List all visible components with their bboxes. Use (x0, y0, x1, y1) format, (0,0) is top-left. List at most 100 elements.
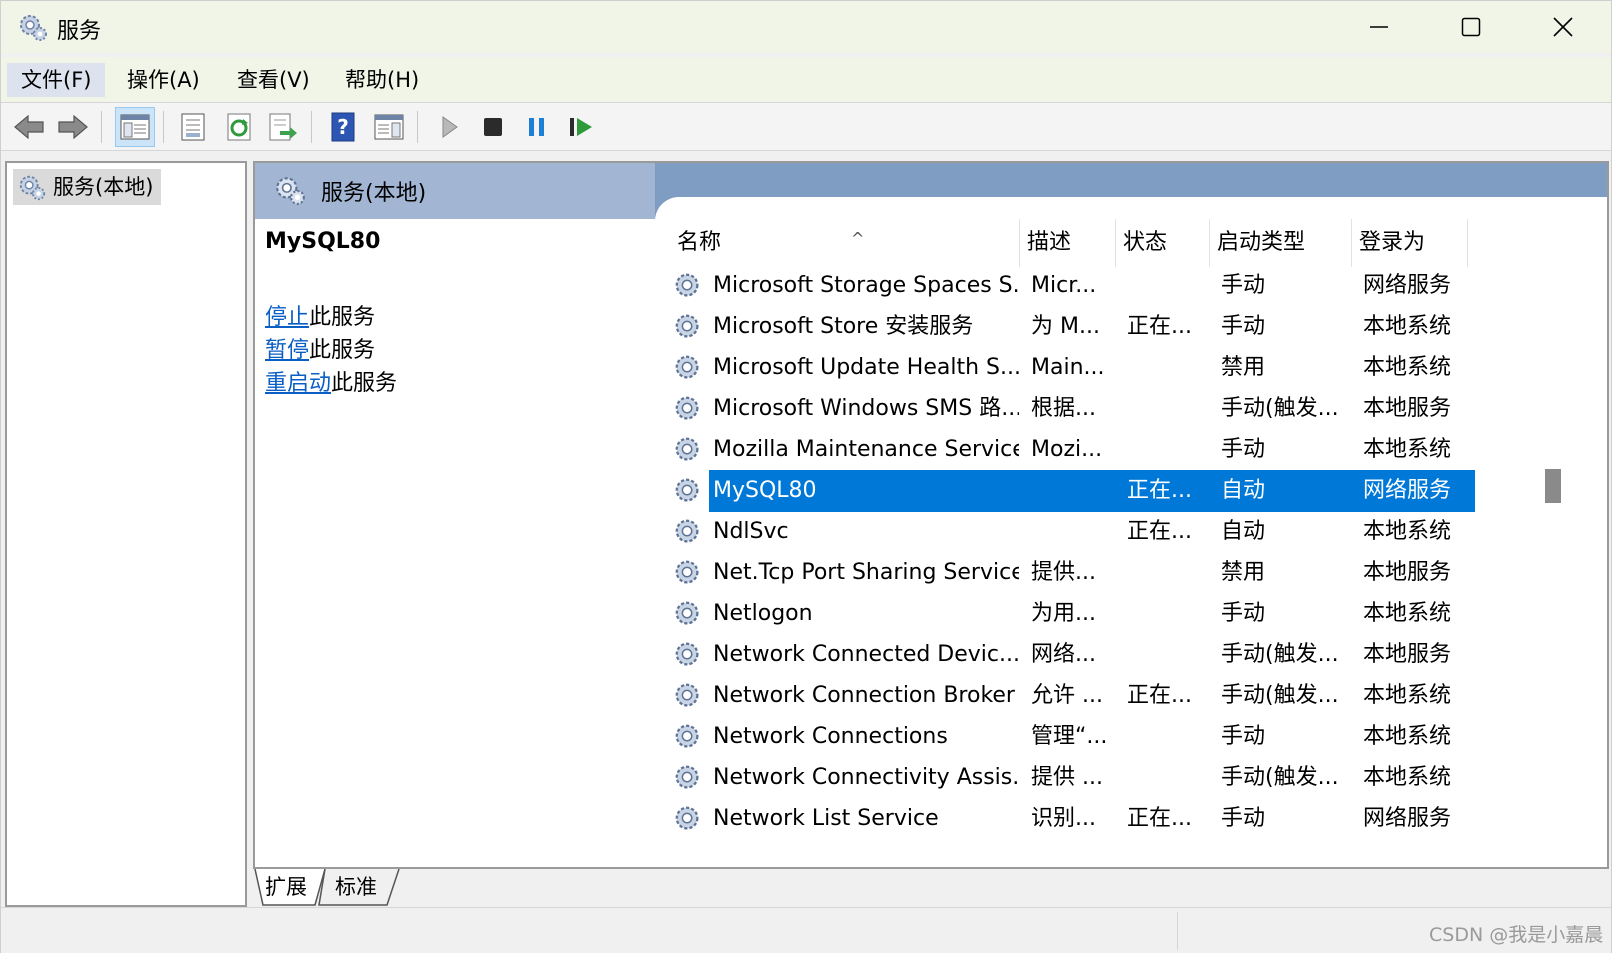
column-header-name[interactable]: 名称 ^ (677, 225, 1017, 261)
back-button[interactable] (9, 107, 49, 147)
service-row[interactable]: Microsoft Store 安装服务 为 M... 正在... 手动 本地系统 (669, 306, 1481, 348)
properties-button[interactable] (173, 107, 213, 147)
service-startup-type: 禁用 (1221, 560, 1266, 585)
service-row[interactable]: NdlSvc 正在... 自动 本地系统 (669, 511, 1481, 553)
resume-service-button[interactable] (561, 107, 601, 147)
service-gear-icon (675, 642, 699, 666)
scrollbar-thumb[interactable] (1545, 469, 1561, 503)
service-logon-as: 本地服务 (1363, 396, 1452, 421)
maximize-button[interactable] (1425, 1, 1517, 53)
service-gear-icon (675, 806, 699, 830)
service-gear-icon (675, 478, 699, 502)
watermark-text: CSDN @我是小嘉晨 (1429, 924, 1604, 946)
service-logon-as: 本地系统 (1363, 437, 1452, 462)
start-service-button[interactable] (429, 107, 469, 147)
column-divider[interactable] (1351, 219, 1352, 267)
stop-service-button[interactable] (473, 107, 513, 147)
stop-service-link[interactable]: 停止 (265, 305, 309, 330)
tab-standard[interactable]: 标准 (325, 869, 387, 907)
service-gear-icon (675, 724, 699, 748)
export-list-icon (269, 113, 297, 141)
close-button[interactable] (1517, 1, 1609, 53)
column-header-logon-as[interactable]: 登录为 (1359, 225, 1425, 261)
service-name: Mozilla Maintenance Service (713, 437, 1019, 462)
forward-button[interactable] (53, 107, 93, 147)
service-description: 为 M... (1031, 314, 1100, 339)
menu-file[interactable]: 文件(F) (7, 63, 106, 97)
service-name: Network Connected Devic... (713, 642, 1019, 667)
pause-service-button[interactable] (517, 107, 557, 147)
service-row[interactable]: Network Connected Devic... 网络... 手动(触发... 本… (669, 634, 1481, 676)
pause-service-link[interactable]: 暂停 (265, 338, 309, 363)
svg-text:?: ? (337, 115, 349, 139)
service-logon-as: 本地系统 (1363, 724, 1452, 749)
service-row[interactable]: Network Connection Broker 允许 ... 正在... 手动(触… (669, 675, 1481, 717)
service-row[interactable]: Network List Service 识别... 正在... 手动 网络服务 (669, 798, 1481, 840)
column-header-description[interactable]: 描述 (1027, 225, 1071, 261)
export-list-button[interactable] (263, 107, 303, 147)
column-divider[interactable] (1209, 219, 1210, 267)
service-row[interactable]: Microsoft Storage Spaces S... Micr... 手动 网络… (669, 265, 1481, 307)
toolbar-separator (163, 111, 164, 143)
action-suffix: 此服务 (309, 338, 376, 363)
show-hide-console-tree-button[interactable] (115, 107, 155, 147)
column-divider[interactable] (1019, 219, 1020, 267)
service-row[interactable]: Mozilla Maintenance Service Mozi... 手动 本地系统 (669, 429, 1481, 471)
service-row[interactable]: Microsoft Update Health S... Main... 禁用 本地系… (669, 347, 1481, 389)
service-gear-icon (675, 519, 699, 543)
show-hide-action-pane-button[interactable] (369, 107, 409, 147)
service-name: NdlSvc (713, 519, 789, 544)
service-gear-icon (675, 273, 699, 297)
toolbar-separator (101, 111, 102, 143)
service-row[interactable]: Netlogon 为用... 手动 本地系统 (669, 593, 1481, 635)
service-row[interactable]: MySQL80 正在... 自动 网络服务 (669, 470, 1481, 512)
menu-view[interactable]: 查看(V) (223, 63, 324, 97)
service-description: 为用... (1031, 601, 1096, 626)
column-header-startup-type[interactable]: 启动类型 (1217, 225, 1305, 261)
service-status: 正在... (1127, 683, 1192, 708)
service-startup-type: 手动 (1221, 806, 1266, 831)
service-startup-type: 手动 (1221, 437, 1266, 462)
vertical-scrollbar[interactable] (1537, 219, 1577, 867)
tab-extended[interactable]: 扩展 (255, 869, 317, 907)
service-description: Main... (1031, 355, 1105, 380)
service-name: Microsoft Windows SMS 路... (713, 396, 1019, 421)
menu-action[interactable]: 操作(A) (113, 63, 214, 97)
column-header-status[interactable]: 状态 (1123, 225, 1167, 261)
service-description: Micr... (1031, 273, 1097, 298)
service-name: MySQL80 (713, 478, 817, 503)
service-row[interactable]: Network Connectivity Assis... 提供 ... 手动(触发… (669, 757, 1481, 799)
tree-item-services-local[interactable]: 服务(本地) (13, 169, 162, 205)
menu-help[interactable]: 帮助(H) (331, 63, 433, 97)
service-name: Network List Service (713, 806, 939, 831)
service-description: 提供... (1031, 560, 1096, 585)
minimize-button[interactable] (1333, 1, 1425, 53)
service-description-panel: MySQL80 停止此服务 暂停此服务 重启动此服务 (255, 219, 655, 867)
service-logon-as: 本地系统 (1363, 314, 1452, 339)
view-tabs: 扩展 标准 (253, 869, 1609, 909)
restart-service-action: 重启动此服务 (265, 365, 397, 397)
service-description: 根据... (1031, 396, 1096, 421)
service-row[interactable]: Microsoft Windows SMS 路... 根据... 手动(触发... 本… (669, 388, 1481, 430)
services-gear-icon (19, 175, 46, 201)
refresh-button[interactable] (219, 107, 259, 147)
minimize-icon (1370, 26, 1388, 28)
sort-ascending-icon: ^ (851, 229, 865, 248)
pane-header-left (255, 163, 655, 219)
help-icon: ? (331, 112, 355, 142)
action-suffix: 此服务 (331, 371, 398, 396)
toolbar-separator (311, 111, 312, 143)
service-name: Network Connection Broker (713, 683, 1015, 708)
action-suffix: 此服务 (309, 305, 376, 330)
restart-service-link[interactable]: 重启动 (265, 371, 331, 396)
forward-arrow-icon (58, 114, 88, 140)
service-logon-as: 本地服务 (1363, 560, 1452, 585)
help-button[interactable]: ? (323, 107, 363, 147)
service-logon-as: 本地系统 (1363, 683, 1452, 708)
service-row[interactable]: Net.Tcp Port Sharing Service 提供... 禁用 本地服务 (669, 552, 1481, 594)
service-row[interactable]: Network Connections 管理“... 手动 本地系统 (669, 716, 1481, 758)
service-gear-icon (675, 601, 699, 625)
resume-service-icon (570, 118, 592, 136)
column-divider[interactable] (1115, 219, 1116, 267)
column-divider[interactable] (1467, 219, 1468, 267)
